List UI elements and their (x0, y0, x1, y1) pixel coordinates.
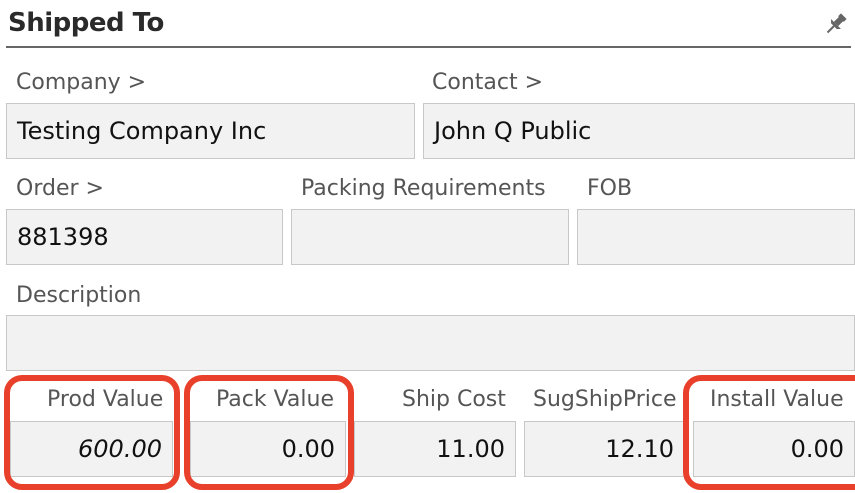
fob-label: FOB (587, 176, 633, 201)
contact-field[interactable]: John Q Public (423, 103, 855, 159)
install-value-highlight (683, 375, 855, 490)
order-link[interactable]: Order > (16, 176, 104, 201)
description-label: Description (16, 283, 142, 308)
ship-cost-label: Ship Cost (402, 387, 506, 412)
company-link[interactable]: Company > (16, 70, 146, 95)
company-field[interactable]: Testing Company Inc (6, 103, 415, 159)
packing-requirements-label: Packing Requirements (301, 176, 546, 201)
ship-cost-field[interactable]: 11.00 (354, 421, 516, 477)
title-divider (6, 46, 851, 48)
packing-requirements-field[interactable] (291, 209, 569, 265)
pack-value-highlight (184, 375, 354, 490)
fob-field[interactable] (577, 209, 855, 265)
sug-ship-price-field[interactable]: 12.10 (524, 421, 685, 477)
contact-link[interactable]: Contact > (432, 70, 543, 95)
order-field[interactable]: 881398 (6, 209, 283, 265)
panel-title: Shipped To (8, 8, 164, 38)
prod-value-highlight (4, 375, 180, 490)
description-field[interactable] (6, 315, 855, 371)
sug-ship-price-label: SugShipPrice (533, 387, 677, 412)
pin-icon[interactable] (822, 10, 850, 38)
shipped-to-panel: Shipped To Company > Contact > Testing C… (0, 0, 855, 493)
